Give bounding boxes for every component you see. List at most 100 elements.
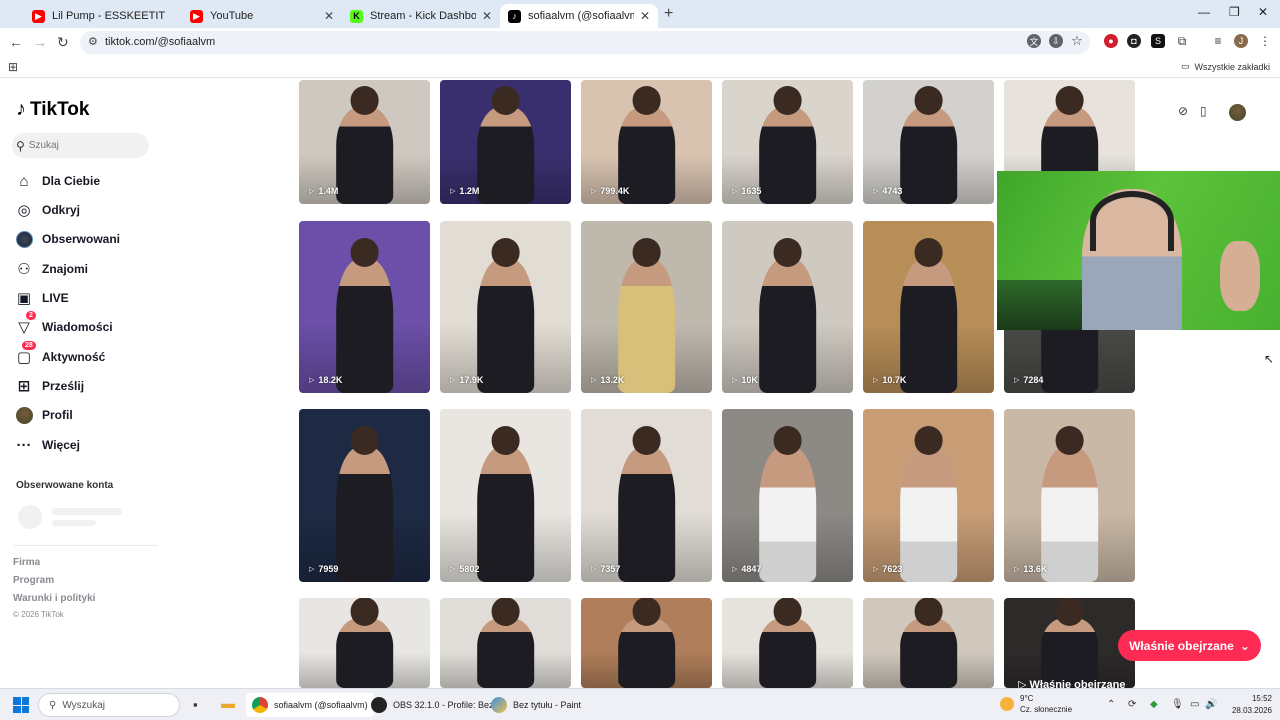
apps-grid-icon[interactable]: ⊞ xyxy=(8,60,18,74)
task-view-icon[interactable]: ▪ xyxy=(193,697,198,712)
profile-icon[interactable]: J xyxy=(1234,34,1248,48)
video-thumbnail-head xyxy=(632,598,661,626)
close-tab-icon[interactable]: ✕ xyxy=(640,9,650,23)
windows-start-icon[interactable] xyxy=(13,697,29,713)
tag-icon[interactable]: ⊘ xyxy=(1178,104,1188,118)
user-avatar[interactable] xyxy=(1229,104,1246,121)
restore-icon[interactable]: ❐ xyxy=(1229,5,1240,19)
video-thumbnail-figure xyxy=(476,447,535,582)
footer-link-program[interactable]: Program xyxy=(13,575,54,586)
taskbar-search[interactable]: ⚲ Wyszukaj xyxy=(38,693,180,717)
video-tile[interactable]: ▷ 1.2M xyxy=(440,80,571,204)
tab-lil-pump[interactable]: ▶ Lil Pump - ESSKEETIT (Official M xyxy=(24,4,176,28)
reload-icon[interactable]: ↻ xyxy=(57,34,69,51)
taskbar-app-obs[interactable]: OBS 32.1.0 - Profile: Bez xyxy=(371,693,494,717)
nav-for-you[interactable]: ⌂ Dla Ciebie xyxy=(14,170,100,192)
video-tile[interactable] xyxy=(581,598,712,688)
tray-shield-icon[interactable]: ◆ xyxy=(1150,699,1158,710)
taskbar-app-chrome[interactable]: sofiaalvm (@sofiaalvm) xyxy=(246,693,374,717)
view-count: ▷ 7623 xyxy=(873,564,902,574)
tab-youtube[interactable]: ▶ YouTube ✕ xyxy=(182,4,342,28)
video-tile[interactable] xyxy=(1004,598,1135,688)
video-tile[interactable]: ▷ 799.4K xyxy=(581,80,712,204)
view-count-text: 1635 xyxy=(741,186,762,196)
close-window-icon[interactable]: ✕ xyxy=(1258,5,1268,19)
nav-upload[interactable]: ⊞ Prześlij xyxy=(14,375,84,397)
all-bookmarks-button[interactable]: ▭ Wszystkie zakładki xyxy=(1181,61,1270,72)
video-tile[interactable] xyxy=(440,598,571,688)
video-tile[interactable]: ▷ 10K xyxy=(722,221,853,393)
nav-friends[interactable]: ⚇ Znajomi xyxy=(14,258,88,280)
video-tile[interactable] xyxy=(299,598,430,688)
tray-app-icon[interactable]: ⟳ xyxy=(1128,699,1136,710)
video-tile[interactable] xyxy=(722,598,853,688)
video-tile[interactable]: ▷ 13.2K xyxy=(581,221,712,393)
video-tile[interactable]: ▷ 4743 xyxy=(863,80,994,204)
extension-icon[interactable]: ◘ xyxy=(1127,34,1141,48)
view-count-text: 1.4M xyxy=(318,186,339,196)
video-tile[interactable]: ▷ 1.4M xyxy=(299,80,430,204)
view-count-text: 7959 xyxy=(318,564,339,574)
just-watched-button[interactable]: Właśnie obejrzane ⌄ xyxy=(1118,630,1261,661)
minimize-icon[interactable]: — xyxy=(1198,5,1210,19)
display-icon[interactable]: ▭ xyxy=(1190,699,1199,710)
site-info-icon[interactable]: ⚙ xyxy=(88,35,98,48)
nav-explore[interactable]: ◎ Odkryj xyxy=(14,199,80,221)
tab-kick-dashboard[interactable]: K Stream - Kick Dashboard ✕ xyxy=(342,4,500,28)
search-box[interactable]: ⚲ xyxy=(12,133,149,158)
search-input[interactable] xyxy=(28,140,129,151)
chevron-up-icon[interactable]: ⌃ xyxy=(1107,699,1115,710)
media-control-icon[interactable]: ≡ xyxy=(1211,34,1225,48)
video-tile[interactable]: ▷ 1635 xyxy=(722,80,853,204)
view-count: ▷ 5802 xyxy=(450,564,479,574)
video-thumbnail-head xyxy=(632,238,661,267)
forward-icon[interactable]: → xyxy=(33,34,47,50)
video-tile[interactable]: ▷ 7623 xyxy=(863,409,994,582)
close-tab-icon[interactable]: ✕ xyxy=(482,9,492,23)
extension-icon[interactable]: ● xyxy=(1104,34,1118,48)
mouse-cursor-icon: ↖ xyxy=(1264,352,1275,366)
microphone-icon[interactable]: 🎙 xyxy=(1171,699,1184,710)
bookmark-star-icon[interactable]: ☆ xyxy=(1070,33,1084,48)
tiktok-logo[interactable]: ♪ TikTok xyxy=(16,98,89,121)
footer-link-company[interactable]: Firma xyxy=(13,557,40,568)
nav-activity[interactable]: ▢ 28 Aktywność xyxy=(14,341,105,368)
video-tile[interactable] xyxy=(863,598,994,688)
taskbar-clock[interactable]: 15:52 28.03.2026 xyxy=(1228,693,1272,717)
extension-icon[interactable]: S xyxy=(1151,34,1165,48)
play-icon: ▷ xyxy=(309,377,315,384)
video-tile[interactable]: ▷ 5802 xyxy=(440,409,571,582)
nav-more[interactable]: ··· Więcej xyxy=(14,434,80,456)
video-tile[interactable]: ▷ 13.6K xyxy=(1004,409,1135,582)
taskbar-app-paint[interactable]: Bez tytułu - Paint xyxy=(491,693,581,717)
video-tile[interactable]: ▷ 7357 xyxy=(581,409,712,582)
all-bookmarks-label: Wszystkie zakładki xyxy=(1194,61,1270,72)
video-tile[interactable]: ▷ 10.7K xyxy=(863,221,994,393)
video-tile[interactable]: ▷ 4847 xyxy=(722,409,853,582)
nav-profile[interactable]: Profil xyxy=(14,404,73,426)
volume-icon[interactable]: 🔊 xyxy=(1205,699,1217,710)
nav-messages[interactable]: ▽ 2 Wiadomości xyxy=(14,311,113,338)
file-explorer-icon[interactable]: ▬ xyxy=(221,695,235,711)
youtube-icon: ▶ xyxy=(190,9,203,23)
video-tile[interactable]: ▷ 18.2K xyxy=(299,221,430,393)
taskbar-app-label: sofiaalvm (@sofiaalvm) xyxy=(274,700,368,710)
menu-icon[interactable]: ⋮ xyxy=(1258,34,1272,48)
extensions-puzzle-icon[interactable]: ⧉ xyxy=(1175,34,1189,48)
tab-tiktok[interactable]: ♪ sofiaalvm (@sofiaalvm) | TikTok ✕ xyxy=(500,4,658,28)
video-thumbnail-figure xyxy=(335,447,394,582)
weather-widget[interactable]: 9°C Cz. słonecznie xyxy=(1000,693,1072,715)
video-tile[interactable]: ▷ 17.9K xyxy=(440,221,571,393)
nav-live[interactable]: ▣ LIVE xyxy=(14,287,69,309)
back-icon[interactable]: ← xyxy=(9,34,23,50)
omnibox[interactable]: ⚙ tiktok.com/@sofiaalvm xyxy=(80,31,1090,54)
translate-icon[interactable]: 文 xyxy=(1027,34,1041,48)
close-tab-icon[interactable]: ✕ xyxy=(324,9,334,23)
phone-icon[interactable]: ▯ xyxy=(1200,104,1207,118)
footer-link-terms[interactable]: Warunki i polityki xyxy=(13,593,95,604)
nav-following[interactable]: Obserwowani xyxy=(14,228,120,250)
nav-label: Więcej xyxy=(42,438,80,452)
install-app-icon[interactable]: ⇩ xyxy=(1049,34,1063,48)
new-tab-button[interactable]: + xyxy=(664,5,673,23)
video-tile[interactable]: ▷ 7959 xyxy=(299,409,430,582)
